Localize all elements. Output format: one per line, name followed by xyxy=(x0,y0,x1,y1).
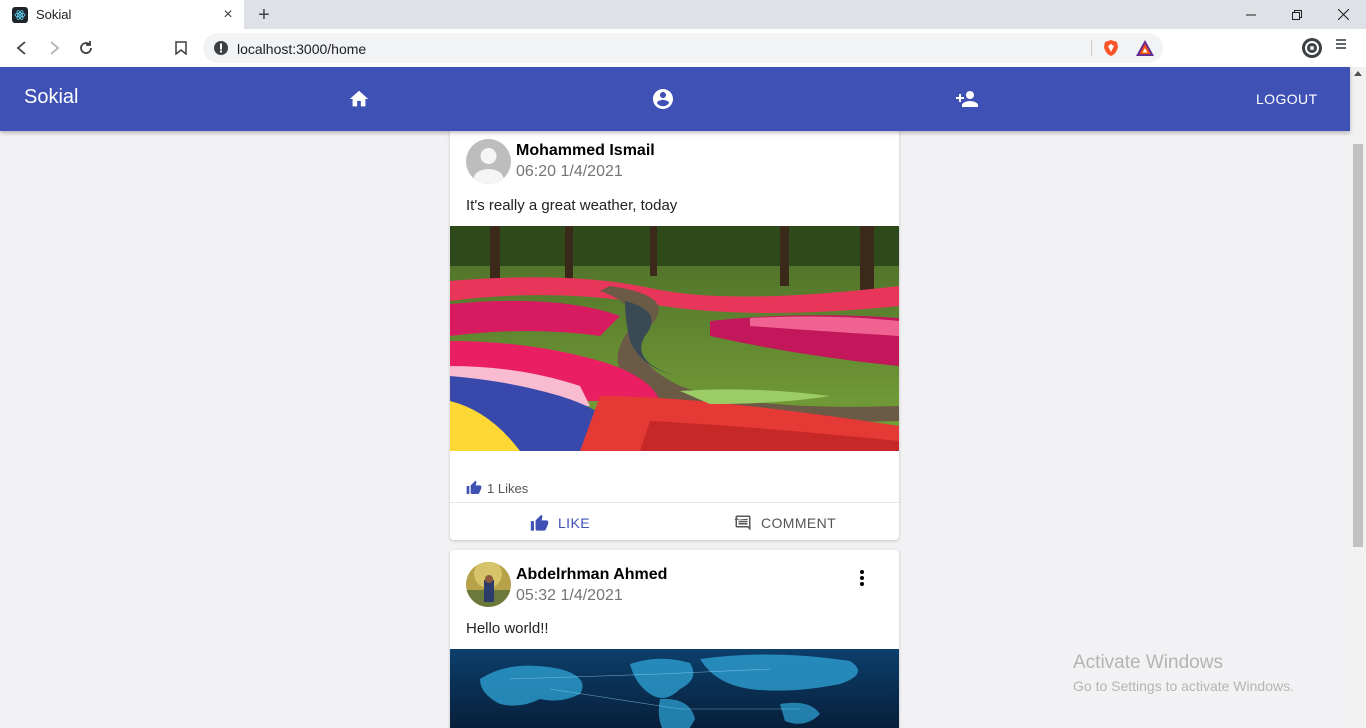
address-bar[interactable]: localhost:3000/home xyxy=(203,33,1163,63)
comment-label: COMMENT xyxy=(761,515,837,531)
like-button[interactable]: LIKE xyxy=(530,508,590,538)
comment-button[interactable]: COMMENT xyxy=(734,508,836,538)
person-add-icon[interactable] xyxy=(955,87,979,111)
comment-icon xyxy=(734,515,751,531)
url-text: localhost:3000/home xyxy=(237,41,367,57)
post-text: It's really a great weather, today xyxy=(466,197,678,214)
thumb-up-icon xyxy=(466,480,482,494)
post-timestamp: 06:20 1/4/2021 xyxy=(516,163,623,180)
page-scrollbar[interactable] xyxy=(1350,67,1366,728)
restore-button[interactable] xyxy=(1274,0,1320,29)
likes-label: 1 Likes xyxy=(487,480,529,496)
watermark-title: Activate Windows xyxy=(1073,652,1223,673)
post-text: Hello world!! xyxy=(466,620,549,637)
thumb-up-icon xyxy=(530,514,549,531)
avatar[interactable] xyxy=(466,139,511,184)
new-tab-button[interactable]: + xyxy=(253,4,275,26)
forward-icon[interactable] xyxy=(44,38,64,58)
brave-shields-icon[interactable] xyxy=(1102,39,1120,62)
windows-activation-watermark: Activate Windows Go to Settings to activ… xyxy=(1073,652,1294,694)
brave-rewards-icon[interactable] xyxy=(1135,39,1155,62)
likes-count: 1 Likes xyxy=(466,480,528,496)
minimize-button[interactable] xyxy=(1228,0,1274,29)
avatar[interactable] xyxy=(466,562,511,607)
divider xyxy=(450,502,899,503)
back-icon[interactable] xyxy=(12,38,32,58)
post-card: Abdelrhman Ahmed 05:32 1/4/2021 Hello wo… xyxy=(450,550,899,728)
tab-close-button[interactable]: × xyxy=(218,5,238,25)
extension-icon[interactable] xyxy=(1301,37,1323,64)
logout-button[interactable]: LOGOUT xyxy=(1256,91,1318,107)
post-author[interactable]: Abdelrhman Ahmed xyxy=(516,566,667,584)
reload-icon[interactable] xyxy=(76,38,96,58)
account-circle-icon[interactable] xyxy=(651,87,675,111)
home-icon[interactable] xyxy=(347,87,371,111)
react-favicon-icon xyxy=(12,6,28,23)
scroll-up-arrow-icon[interactable] xyxy=(1354,71,1362,76)
browser-toolbar: localhost:3000/home xyxy=(0,29,1366,67)
bookmark-icon[interactable] xyxy=(171,38,191,58)
post-author[interactable]: Mohammed Ismail xyxy=(516,142,655,160)
app-bar: Sokial LOGOUT xyxy=(0,67,1350,131)
browser-menu-icon[interactable] xyxy=(1334,37,1348,56)
tab-title: Sokial xyxy=(36,7,72,22)
window-controls xyxy=(1228,0,1366,29)
world-map-photo xyxy=(450,649,899,728)
site-info-icon[interactable] xyxy=(213,40,229,61)
browser-tab[interactable]: Sokial × xyxy=(0,0,244,29)
omnibox-divider xyxy=(1091,40,1092,56)
close-window-button[interactable] xyxy=(1320,0,1366,29)
watermark-subtitle: Go to Settings to activate Windows. xyxy=(1073,678,1294,694)
more-vert-icon[interactable] xyxy=(850,566,874,590)
flower-garden-photo xyxy=(450,226,899,451)
brand-title[interactable]: Sokial xyxy=(24,86,78,109)
like-label: LIKE xyxy=(558,515,590,531)
browser-tab-bar: Sokial × + xyxy=(0,0,1366,29)
post-card: Mohammed Ismail 06:20 1/4/2021 It's real… xyxy=(450,125,899,540)
post-timestamp: 05:32 1/4/2021 xyxy=(516,587,623,604)
scroll-thumb[interactable] xyxy=(1353,144,1363,547)
